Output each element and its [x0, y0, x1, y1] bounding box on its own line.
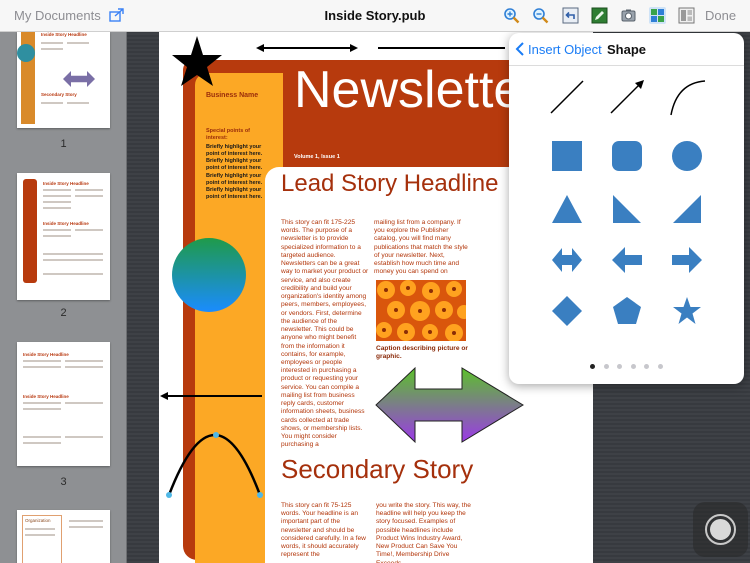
undo-icon[interactable] [562, 7, 579, 24]
curve-shape-icon[interactable] [667, 77, 707, 117]
page-dot-2[interactable] [603, 364, 609, 369]
corner-triangle-shape-icon[interactable] [667, 189, 707, 229]
page-thumbnail-1[interactable]: Inside Story Headline Secondary Story [17, 32, 110, 128]
shape-page-indicator[interactable] [509, 356, 744, 374]
diamond-shape-icon[interactable] [547, 291, 587, 331]
special-points-body[interactable]: Briefly highlight your point of interest… [206, 144, 266, 201]
page-number-1: 1 [60, 138, 67, 150]
picture-caption[interactable]: Caption describing picture or graphic. [376, 345, 470, 361]
chevron-left-icon[interactable] [515, 41, 525, 57]
secondary-story-column-2[interactable]: you write the story. This way, the headl… [376, 502, 472, 563]
page-dot-6[interactable] [657, 364, 663, 369]
zoom-out-icon[interactable] [532, 7, 549, 24]
thumb-secondary: Secondary Story [41, 92, 77, 97]
assistive-touch-button[interactable] [693, 502, 748, 557]
lead-story-column-2[interactable]: mailing list from a company. If you expl… [374, 219, 470, 277]
page-thumbnail-3[interactable]: Inside Story Headline Inside Story Headl… [17, 342, 110, 466]
popover-title: Shape [607, 42, 647, 57]
thumb-band [23, 179, 37, 283]
right-arrow-shape-icon[interactable] [667, 240, 707, 280]
assistive-touch-core [710, 519, 731, 540]
page-number-3: 3 [60, 476, 67, 488]
page-dot-3[interactable] [617, 364, 623, 369]
thumb-headline: Inside Story Headline [23, 352, 69, 357]
page-number-2: 2 [60, 307, 67, 319]
page-thumbnail-2[interactable]: Inside Story Headline Inside Story Headl… [17, 173, 110, 300]
thumb-double-arrow [63, 71, 95, 87]
thumb-headline: Organization [25, 518, 51, 523]
line-shape-icon[interactable] [547, 77, 587, 117]
zoom-in-icon[interactable] [503, 7, 520, 24]
thumb-secondary: Inside Story Headline [23, 394, 69, 399]
edit-icon[interactable] [591, 7, 608, 24]
special-points-heading[interactable]: Special points of interest: [206, 128, 266, 142]
flowers-image [376, 280, 466, 341]
double-arrow-shape-icon[interactable] [547, 240, 587, 280]
business-name[interactable]: Business Name [206, 92, 258, 99]
rounded-square-shape-icon[interactable] [607, 136, 647, 176]
thumb-headline: Inside Story Headline [43, 181, 89, 186]
lead-story-headline[interactable]: Lead Story Headline [281, 170, 498, 198]
popover-header: Insert Object Shape [509, 33, 744, 66]
page-dot-4[interactable] [630, 364, 636, 369]
square-shape-icon[interactable] [547, 136, 587, 176]
camera-icon[interactable] [620, 7, 637, 24]
page-dot-5[interactable] [644, 364, 650, 369]
insert-object-popover: Insert Object Shape [509, 33, 744, 384]
circle-shape-icon[interactable] [667, 136, 707, 176]
done-button[interactable]: Done [705, 8, 736, 23]
pentagon-shape-icon[interactable] [607, 291, 647, 331]
masthead-title[interactable]: Newsletter [294, 60, 540, 120]
page-thumbnails-panel: Inside Story Headline Secondary Story 1 … [0, 32, 127, 563]
volume-issue[interactable]: Volume 1, Issue 1 [294, 154, 340, 160]
top-toolbar: My Documents Inside Story.pub Done [0, 0, 750, 32]
share-icon[interactable] [109, 8, 125, 22]
arrow-line-shape-icon[interactable] [607, 77, 647, 117]
lead-story-column-1[interactable]: This story can fit 175-225 words. The pu… [281, 219, 369, 450]
my-documents-button[interactable]: My Documents [14, 8, 101, 23]
insert-object-back-button[interactable]: Insert Object [528, 42, 602, 57]
page-thumbnail-4[interactable]: Organization [17, 510, 110, 563]
flowers-picture[interactable] [376, 280, 466, 341]
layout-icon[interactable] [678, 7, 695, 24]
insert-object-icon[interactable] [649, 7, 666, 24]
secondary-story-column-1[interactable]: This story can fit 75-125 words. Your he… [281, 502, 369, 560]
thumb-circle [17, 44, 35, 62]
page-dot-1[interactable] [590, 364, 596, 369]
secondary-story-headline[interactable]: Secondary Story [281, 454, 473, 485]
right-triangle-shape-icon[interactable] [607, 189, 647, 229]
triangle-shape-icon[interactable] [547, 189, 587, 229]
left-arrow-shape-icon[interactable] [607, 240, 647, 280]
thumb-secondary: Inside Story Headline [43, 221, 89, 226]
thumb-headline: Inside Story Headline [41, 32, 87, 37]
star-shape-icon[interactable] [667, 291, 707, 331]
